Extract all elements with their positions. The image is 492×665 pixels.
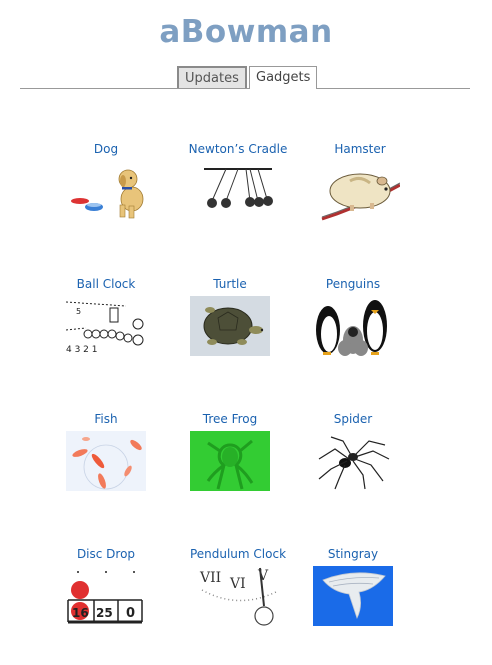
gadget-hamster[interactable]: Hamster [310, 142, 410, 221]
stingray-icon[interactable] [313, 566, 393, 626]
disc-drop-score-b: 25 [96, 606, 113, 620]
site-title: aBowman [159, 14, 333, 50]
gadget-penguins[interactable]: Penguins [303, 277, 403, 356]
gadget-turtle[interactable]: Turtle [180, 277, 280, 356]
spider-icon[interactable] [313, 431, 393, 491]
gadget-label[interactable]: Newton’s Cradle [188, 142, 288, 158]
disc-drop-score-c: 0 [126, 606, 135, 621]
newtons-cradle-icon[interactable] [198, 161, 278, 221]
gadget-newtons-cradle[interactable]: Newton’s Cradle [188, 142, 288, 221]
gadget-tree-frog[interactable]: Tree Frog [180, 412, 280, 491]
penguins-icon[interactable] [313, 296, 393, 356]
gadget-label[interactable]: Ball Clock [56, 277, 156, 293]
gadget-pendulum-clock[interactable]: Pendulum Clock VII VI V [188, 547, 288, 626]
gadget-label[interactable]: Stingray [303, 547, 403, 563]
pendulum-clock-icon[interactable]: VII VI V [198, 566, 278, 626]
turtle-icon[interactable] [190, 296, 270, 356]
gadget-label[interactable]: Pendulum Clock [188, 547, 288, 563]
gadget-stingray[interactable]: Stingray [303, 547, 403, 626]
tab-updates[interactable]: Updates [177, 66, 247, 88]
gadget-label[interactable]: Penguins [303, 277, 403, 293]
fish-icon[interactable] [66, 431, 146, 491]
gadget-label[interactable]: Dog [56, 142, 156, 158]
tree-frog-icon[interactable] [190, 431, 270, 491]
gadget-dog[interactable]: Dog [56, 142, 156, 221]
gadget-spider[interactable]: Spider [303, 412, 403, 491]
gadget-label[interactable]: Disc Drop [56, 547, 156, 563]
gadget-label[interactable]: Hamster [310, 142, 410, 158]
gadget-label[interactable]: Spider [303, 412, 403, 428]
gadget-disc-drop[interactable]: Disc Drop 16 25 0 [56, 547, 156, 626]
disc-drop-icon[interactable]: 16 25 0 [66, 566, 146, 626]
pendulum-numeral-a: VII [199, 570, 221, 586]
gadget-label[interactable]: Fish [56, 412, 156, 428]
disc-drop-score-a: 16 [72, 606, 89, 620]
pendulum-numeral-b: VI [229, 576, 246, 592]
gadget-fish[interactable]: Fish [56, 412, 156, 491]
gadget-label[interactable]: Tree Frog [180, 412, 280, 428]
hamster-icon[interactable] [320, 161, 400, 221]
pendulum-numeral-c: V [257, 568, 269, 584]
tab-gadgets[interactable]: Gadgets [249, 66, 318, 89]
ball-clock-bottom-digits: 4 3 2 1 [66, 345, 98, 355]
gadget-ball-clock[interactable]: Ball Clock 5 4 3 2 1 [56, 277, 156, 356]
tab-bar: Updates Gadgets [20, 66, 470, 89]
ball-clock-top-digit: 5 [76, 307, 81, 316]
gadget-label[interactable]: Turtle [180, 277, 280, 293]
dog-icon[interactable] [66, 161, 146, 221]
ball-clock-icon[interactable]: 5 4 3 2 1 [66, 296, 146, 356]
